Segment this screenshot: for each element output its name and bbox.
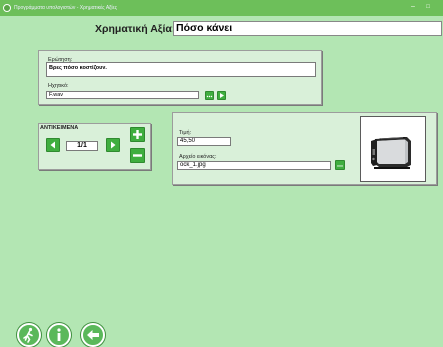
previous-object-button[interactable] — [46, 138, 60, 152]
plus-icon — [133, 130, 142, 139]
minus-icon — [133, 154, 142, 157]
objects-title: ΑΝΤΙΚΕΙΜΕΝΑ — [40, 125, 79, 131]
maximize-button[interactable]: □ — [422, 2, 434, 13]
next-object-button[interactable] — [106, 138, 120, 152]
money-value-label: Χρηματική Αξία: — [95, 23, 176, 35]
info-button[interactable] — [47, 323, 71, 347]
play-icon — [220, 93, 224, 98]
object-counter: 1/1 — [66, 141, 98, 151]
app-icon — [3, 4, 11, 12]
objects-panel: ΑΝΤΙΚΕΙΜΕΝΑ 1/1 — [38, 123, 151, 170]
exit-button[interactable] — [17, 323, 41, 347]
audio-label: Ηχητικό: — [48, 83, 69, 89]
back-button[interactable] — [81, 323, 105, 347]
price-input[interactable]: 45,50 — [177, 137, 231, 146]
browse-dots-icon — [206, 95, 213, 98]
exit-runner-icon — [23, 327, 33, 343]
price-label: Τιμή: — [179, 130, 192, 136]
item-panel: Τιμή: 45,50 Αρχείο εικόνας: ock_1.jpg — [172, 112, 437, 185]
audio-play-button[interactable] — [217, 91, 226, 100]
add-object-button[interactable] — [130, 127, 145, 142]
window-title: Προγράμματα υπολογιστών - Χρηματικές Αξί… — [14, 5, 118, 11]
money-value-input[interactable]: Πόσο κάνει — [173, 21, 442, 36]
arrow-left-icon — [50, 141, 55, 149]
browse-dots-icon — [337, 165, 343, 167]
toaster-image — [371, 137, 411, 169]
image-browse-button[interactable] — [335, 160, 345, 170]
audio-browse-button[interactable] — [205, 91, 214, 100]
minimize-button[interactable]: – — [408, 2, 418, 13]
arrow-right-icon — [111, 141, 116, 149]
back-arrow-icon — [87, 330, 99, 340]
remove-object-button[interactable] — [130, 148, 145, 163]
image-file-label: Αρχείο εικόνας: — [179, 154, 217, 160]
question-panel: Ερώτηση: Βρες πόσο κοστίζουν. Ηχητικό: F… — [38, 50, 322, 105]
window-titlebar: Προγράμματα υπολογιστών - Χρηματικές Αξί… — [0, 0, 443, 16]
question-input[interactable]: Βρες πόσο κοστίζουν. — [46, 62, 316, 77]
image-file-input[interactable]: ock_1.jpg — [177, 161, 331, 170]
audio-file-input[interactable]: F.wav — [46, 91, 199, 99]
info-icon — [57, 328, 61, 341]
object-image-frame — [360, 116, 426, 182]
